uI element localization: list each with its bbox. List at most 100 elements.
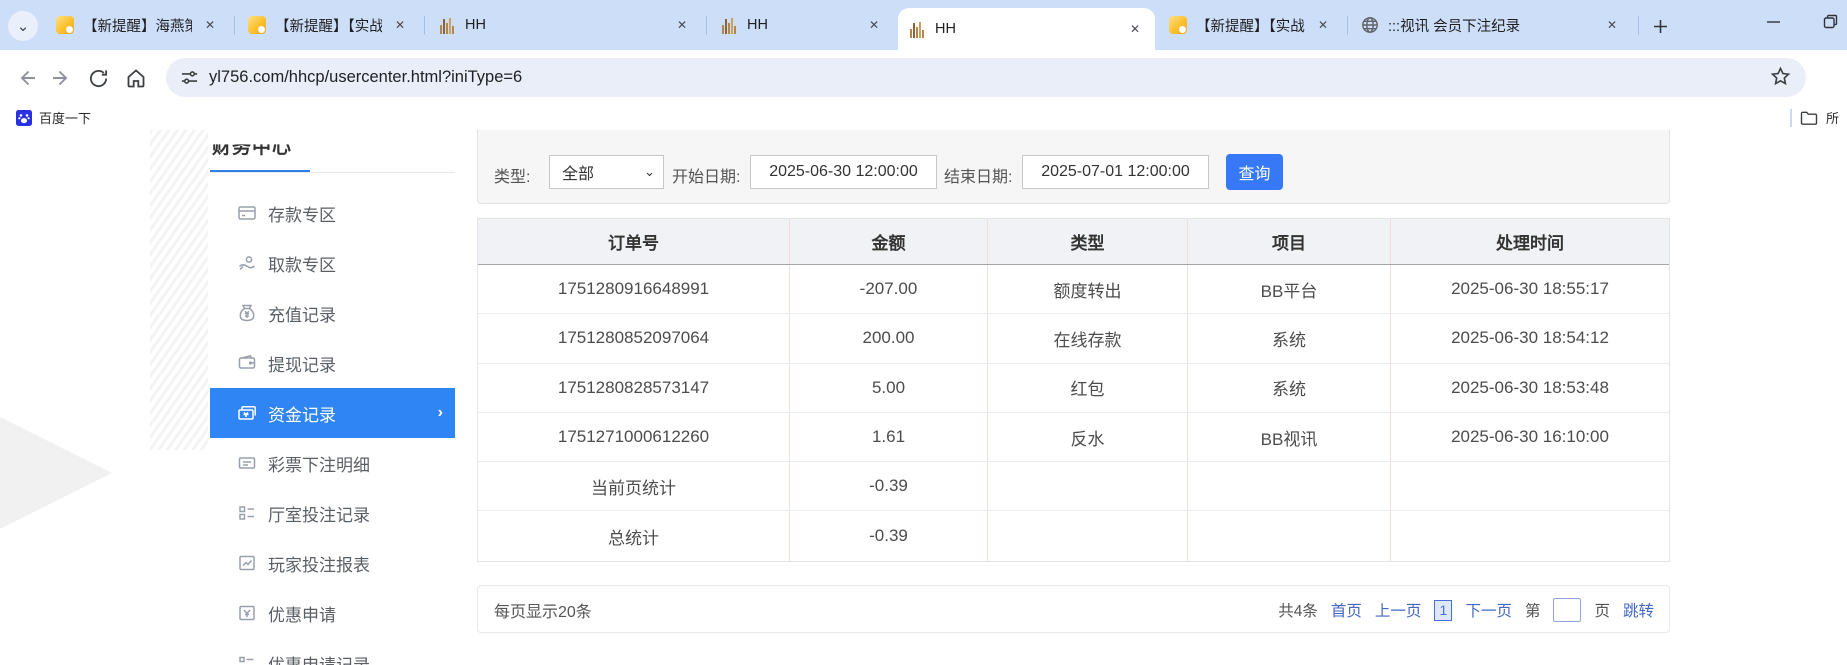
tab-title: 【新提醒】海燕策略	[83, 15, 192, 36]
type: 额度转出	[988, 265, 1188, 313]
column-header: 项目	[1188, 219, 1391, 264]
minimize-icon[interactable]	[1750, 0, 1796, 42]
prev-page-link[interactable]: 上一页	[1375, 599, 1422, 621]
sidebar-item-label: 厅室投注记录	[268, 501, 370, 526]
hh-favicon-icon	[720, 16, 738, 34]
sidebar-item-withdraw-zone[interactable]: 取款专区	[210, 238, 455, 288]
end-date-label: 结束日期:	[944, 163, 1012, 187]
chat-favicon-icon	[248, 16, 266, 34]
project: BB视讯	[1188, 413, 1391, 461]
column-header: 订单号	[478, 219, 790, 264]
sidebar-item-player-bet-report[interactable]: 玩家投注报表	[210, 538, 455, 588]
close-icon[interactable]: ✕	[1313, 15, 1333, 35]
table-summary-row-total: 总统计 -0.39	[478, 511, 1669, 560]
list-card-icon	[237, 453, 257, 473]
sidebar-item-label: 存款专区	[268, 201, 336, 226]
sidebar-item-label: 取款专区	[268, 251, 336, 276]
sidebar-item-label: 彩票下注明细	[268, 451, 370, 476]
next-page-link[interactable]: 下一页	[1465, 599, 1512, 621]
browser-toolbar: yl756.com/hhcp/usercenter.html?iniType=6	[0, 50, 1847, 105]
site-info-icon[interactable]	[180, 68, 199, 87]
end-date-input[interactable]	[1022, 155, 1209, 189]
chevron-down-icon: ⌄	[17, 17, 30, 35]
sidebar-item-lottery-bet-detail[interactable]: 彩票下注明细	[210, 438, 455, 488]
restore-window-icon[interactable]	[1807, 0, 1847, 42]
bookmarks-bar: 百度一下 所	[0, 105, 1847, 130]
sidebar-item-promo-apply[interactable]: 优惠申请	[210, 588, 455, 638]
sidebar-item-recharge-record[interactable]: 充值记录	[210, 288, 455, 338]
hh-favicon-icon	[438, 16, 456, 34]
sidebar-item-label: 优惠申请	[268, 601, 336, 626]
first-page-link[interactable]: 首页	[1331, 599, 1362, 621]
url-text[interactable]: yl756.com/hhcp/usercenter.html?iniType=6	[209, 68, 1792, 87]
start-date-input[interactable]	[750, 155, 937, 189]
column-header: 处理时间	[1391, 219, 1669, 264]
sidebar-item-label: 资金记录	[268, 401, 336, 426]
browser-tab-6[interactable]: 【新提醒】【实战有 ✕	[1159, 0, 1343, 50]
baidu-paw-icon	[16, 110, 32, 126]
summary-label: 总统计	[478, 511, 790, 560]
browser-tab-5-active[interactable]: HH ✕	[898, 8, 1155, 50]
tab-separator	[1347, 16, 1348, 35]
type-select[interactable]: 全部 ⌄	[549, 155, 664, 189]
ticket-yen-icon	[237, 603, 257, 623]
folder-icon[interactable]	[1800, 110, 1818, 126]
deposit-card-icon	[237, 203, 257, 223]
bookmark-star-icon[interactable]	[1769, 65, 1792, 93]
sidebar-item-funds-record[interactable]: 资金记录 ›	[210, 388, 455, 438]
sidebar-header: 财务中心	[212, 132, 292, 159]
sidebar-item-promo-apply-record[interactable]: 优惠申请记录	[210, 638, 455, 665]
jump-page-input[interactable]	[1553, 598, 1581, 622]
chevron-right-icon: ›	[438, 404, 443, 422]
bookmark-label: 百度一下	[39, 108, 91, 127]
tab-separator	[424, 16, 425, 35]
browser-tab-3[interactable]: HH ✕	[428, 0, 702, 50]
query-button[interactable]: 查询	[1226, 154, 1283, 190]
close-icon[interactable]: ✕	[390, 15, 410, 35]
table-row: 1751271000612260 1.61 反水 BB视讯 2025-06-30…	[478, 413, 1669, 462]
tab-search-button[interactable]: ⌄	[8, 11, 38, 41]
close-icon[interactable]: ✕	[200, 15, 220, 35]
chat-favicon-icon	[56, 16, 74, 34]
filter-bar: 类型: 全部 ⌄ 开始日期: 结束日期: 查询	[477, 130, 1670, 204]
order-no: 1751271000612260	[478, 413, 790, 461]
sidebar-item-hall-bet-record[interactable]: 厅室投注记录	[210, 488, 455, 538]
close-icon[interactable]: ✕	[864, 15, 884, 35]
tab-title: 【新提醒】【实战有	[275, 15, 382, 36]
amount: 200.00	[790, 314, 988, 362]
order-no: 1751280828573147	[478, 364, 790, 412]
back-icon[interactable]	[11, 63, 41, 93]
table-row: 1751280852097064 200.00 在线存款 系统 2025-06-…	[478, 314, 1669, 363]
close-icon[interactable]: ✕	[1125, 19, 1145, 39]
browser-tab-4[interactable]: HH ✕	[710, 0, 894, 50]
column-header: 类型	[988, 219, 1188, 264]
close-icon[interactable]: ✕	[672, 15, 692, 35]
order-no: 1751280916648991	[478, 265, 790, 313]
bookmark-baidu[interactable]: 百度一下	[10, 105, 97, 130]
type: 反水	[988, 413, 1188, 461]
jump-button[interactable]: 跳转	[1623, 599, 1654, 621]
grid-list-icon	[237, 503, 257, 523]
main-content: 类型: 全部 ⌄ 开始日期: 结束日期: 查询 订单号 金额 类型 项目 处理时…	[477, 130, 1670, 665]
tab-strip: ⌄ 【新提醒】海燕策略 ✕ 【新提醒】【实战有 ✕ HH ✕ HH ✕ HH ✕…	[0, 0, 1847, 50]
page-size-text: 每页显示20条	[494, 586, 592, 634]
new-tab-button[interactable]	[1646, 12, 1674, 40]
home-icon[interactable]	[121, 63, 151, 93]
bookmarks-overflow-label[interactable]: 所	[1826, 108, 1839, 127]
amount: 5.00	[790, 364, 988, 412]
close-icon[interactable]: ✕	[1602, 15, 1622, 35]
tab-separator	[706, 16, 707, 35]
sidebar-item-deposit-zone[interactable]: 存款专区	[210, 188, 455, 238]
address-bar[interactable]: yl756.com/hhcp/usercenter.html?iniType=6	[166, 58, 1806, 97]
amount: -207.00	[790, 265, 988, 313]
table-row: 1751280828573147 5.00 红包 系统 2025-06-30 1…	[478, 364, 1669, 413]
browser-tab-1[interactable]: 【新提醒】海燕策略 ✕	[46, 0, 230, 50]
browser-tab-2[interactable]: 【新提醒】【实战有 ✕	[238, 0, 420, 50]
current-page-badge[interactable]: 1	[1434, 600, 1452, 621]
reload-icon[interactable]	[83, 63, 113, 93]
sidebar-item-withdraw-record[interactable]: 提现记录	[210, 338, 455, 388]
process-time: 2025-06-30 18:54:12	[1391, 314, 1669, 362]
forward-icon[interactable]	[47, 63, 77, 93]
browser-tab-7[interactable]: :::视讯 会员下注纪录 ✕	[1351, 0, 1632, 50]
banknote-stack-icon	[237, 403, 257, 423]
